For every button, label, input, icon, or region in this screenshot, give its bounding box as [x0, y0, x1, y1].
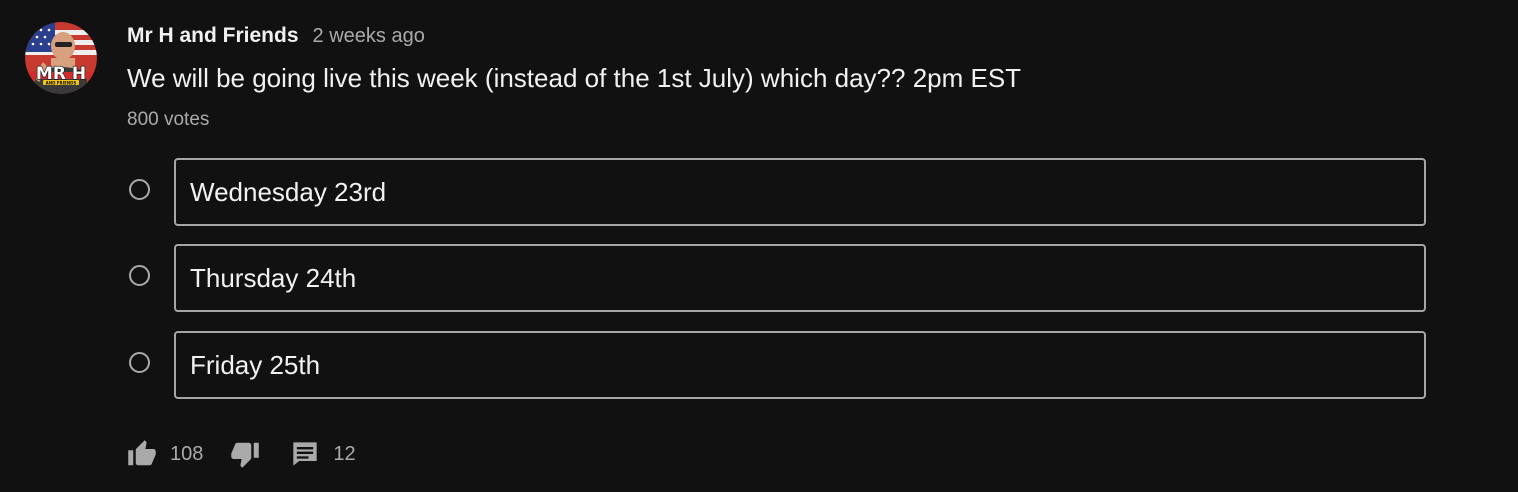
- like-button[interactable]: [126, 438, 158, 470]
- radio-button-icon[interactable]: [129, 352, 150, 373]
- poll-option-label[interactable]: Wednesday 23rd: [174, 158, 1426, 226]
- avatar-logo-subtext: AND FRIENDS: [46, 81, 77, 86]
- poll-option-label[interactable]: Friday 25th: [174, 331, 1426, 399]
- comment-button[interactable]: [289, 438, 321, 470]
- vote-count: 800 votes: [127, 109, 210, 130]
- like-count: 108: [170, 442, 204, 465]
- comment-icon: [293, 442, 318, 466]
- dislike-button[interactable]: [229, 438, 261, 470]
- author-name[interactable]: Mr H and Friends: [127, 24, 299, 48]
- channel-avatar[interactable]: MR H AND FRIENDS: [25, 22, 97, 94]
- post-header: Mr H and Friends 2 weeks ago: [127, 24, 425, 52]
- poll-option-wednesday[interactable]: Wednesday 23rd: [127, 158, 1426, 226]
- poll-option-label[interactable]: Thursday 24th: [174, 244, 1426, 312]
- thumbs-down-icon: [231, 442, 260, 468]
- post-time[interactable]: 2 weeks ago: [313, 25, 425, 48]
- comment-count: 12: [333, 442, 356, 465]
- community-post: MR H AND FRIENDS Mr H and Friends 2 week…: [0, 0, 1518, 492]
- poll-option-friday[interactable]: Friday 25th: [127, 331, 1426, 399]
- action-bar: 108 12: [126, 438, 356, 470]
- radio-button-icon[interactable]: [129, 265, 150, 286]
- thumbs-up-icon: [128, 440, 156, 466]
- radio-button-icon[interactable]: [129, 179, 150, 200]
- poll-option-thursday[interactable]: Thursday 24th: [127, 244, 1426, 312]
- poll-question: We will be going live this week (instead…: [127, 63, 1022, 93]
- avatar-image: MR H AND FRIENDS: [25, 22, 97, 94]
